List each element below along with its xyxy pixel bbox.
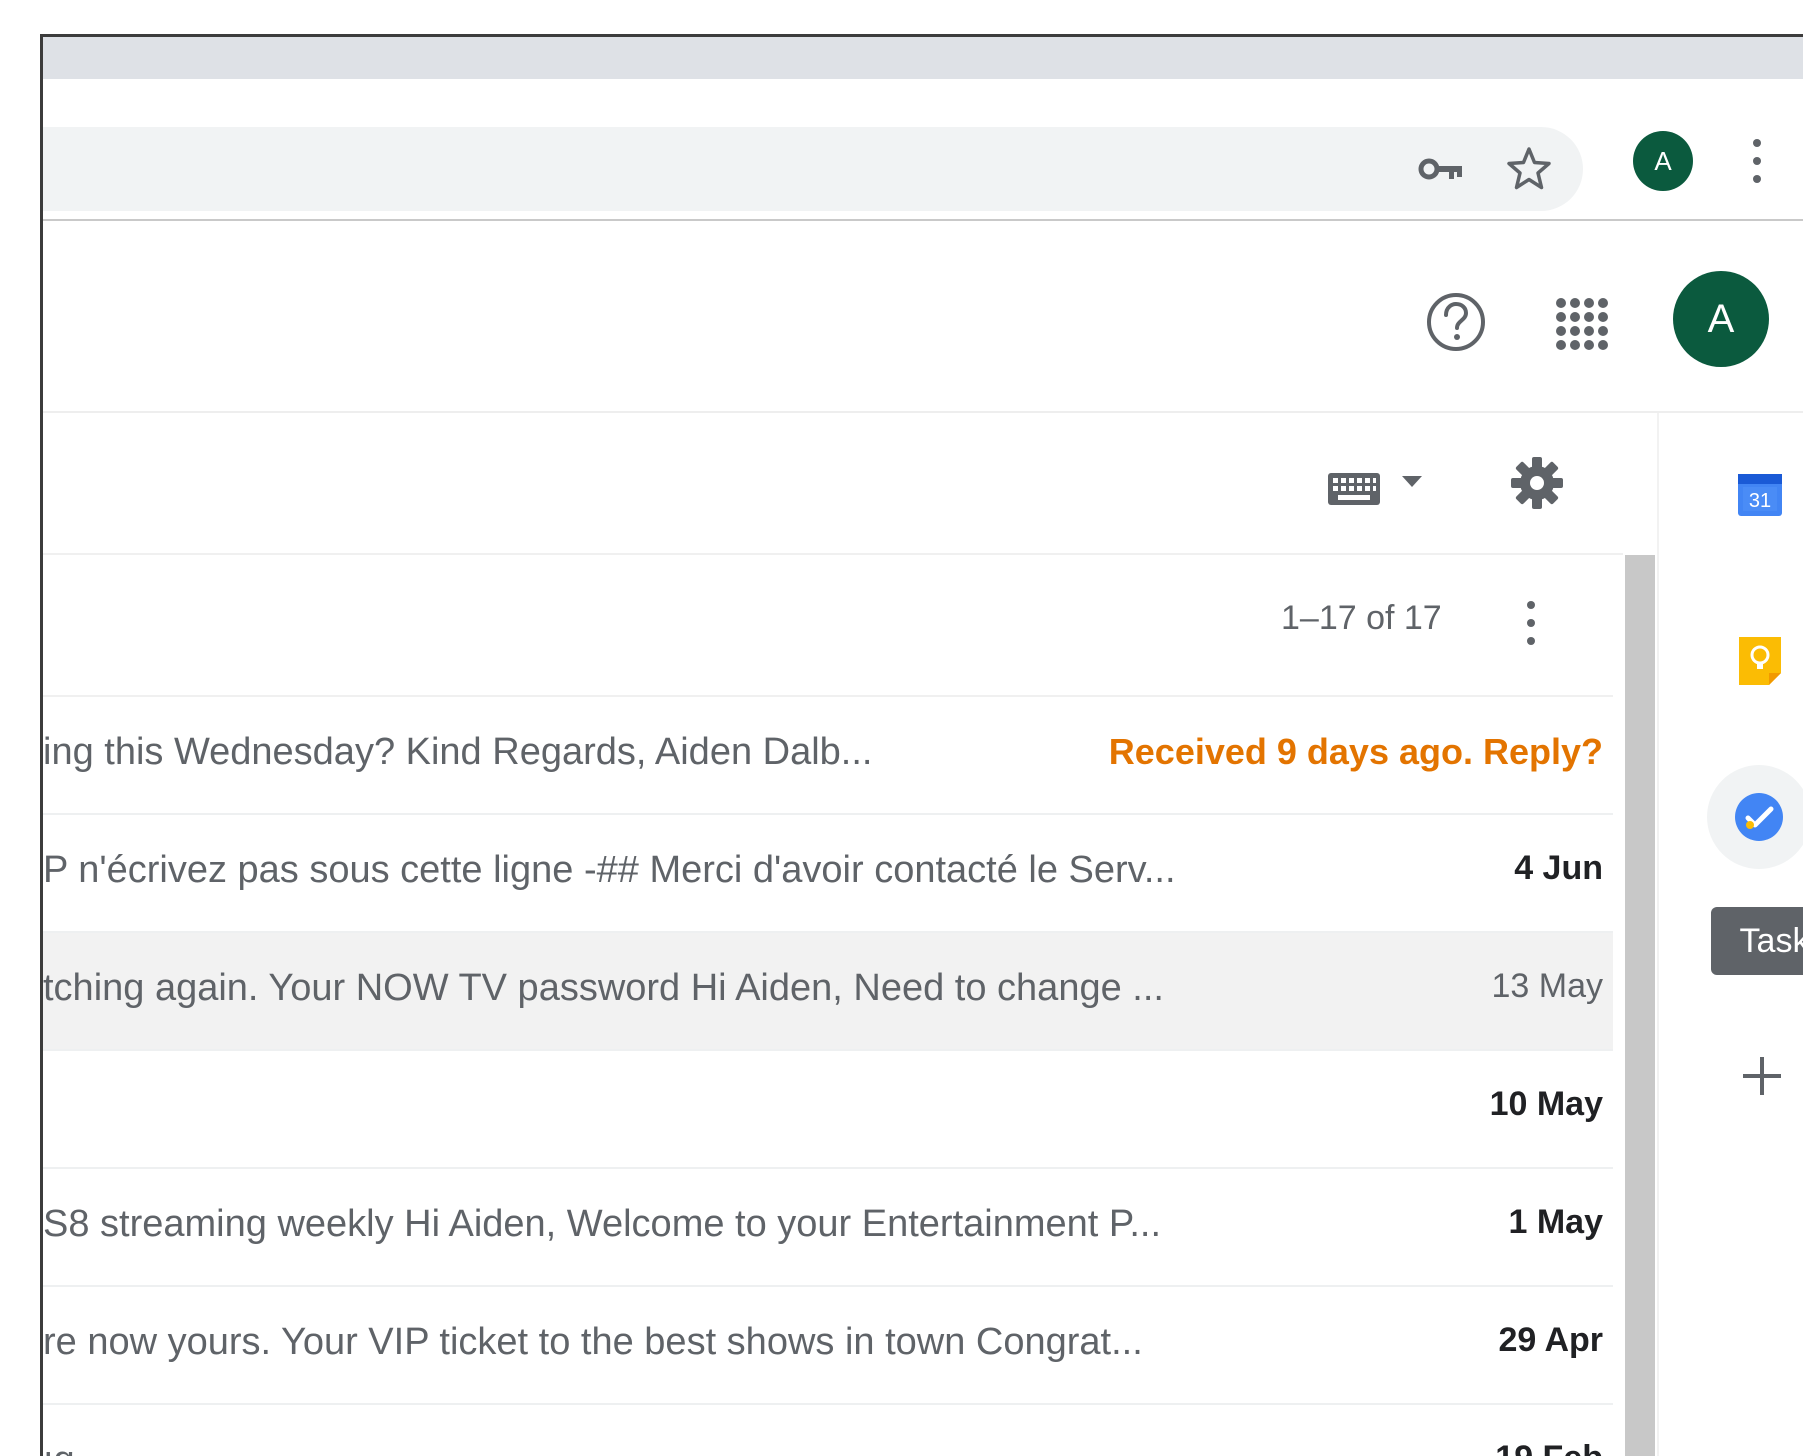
star-icon[interactable]	[1501, 141, 1557, 197]
email-list: ing this Wednesday? Kind Regards, Aiden …	[43, 697, 1613, 1456]
email-date: 10 May	[1489, 1085, 1603, 1123]
gmail-header: A	[43, 221, 1803, 413]
more-options-icon[interactable]	[1517, 595, 1545, 651]
pagination-row: 1–17 of 17	[43, 555, 1613, 697]
action-bar	[43, 413, 1623, 555]
tasks-icon	[1735, 793, 1783, 841]
email-snippet: P n'écrivez pas sous cette ligne -## Mer…	[43, 849, 1176, 891]
email-row[interactable]: 10 May	[43, 1051, 1613, 1169]
email-date: 1 May	[1508, 1203, 1604, 1241]
browser-profile-avatar[interactable]: A	[1633, 131, 1693, 191]
browser-toolbar: A	[43, 79, 1803, 221]
email-row[interactable]: tching again. Your NOW TV password Hi Ai…	[43, 933, 1613, 1051]
keep-icon[interactable]	[1735, 633, 1785, 687]
email-snippet: tching again. Your NOW TV password Hi Ai…	[43, 967, 1164, 1009]
email-snippet: ıg	[43, 1439, 75, 1456]
email-date: 19 Feb	[1495, 1439, 1603, 1456]
key-icon[interactable]	[1413, 141, 1469, 197]
tab-strip	[43, 37, 1803, 79]
google-apps-icon[interactable]	[1551, 293, 1611, 353]
address-bar[interactable]	[43, 127, 1583, 211]
email-row[interactable]: S8 streaming weekly Hi Aiden, Welcome to…	[43, 1169, 1613, 1287]
tasks-tooltip: Tasks	[1711, 907, 1803, 975]
calendar-day: 31	[1749, 490, 1771, 512]
email-date: 4 Jun	[1514, 849, 1603, 887]
email-snippet: ing this Wednesday? Kind Regards, Aiden …	[43, 731, 873, 773]
pagination-count[interactable]: 1–17 of 17	[1281, 599, 1442, 638]
account-avatar[interactable]: A	[1673, 271, 1769, 367]
keyboard-icon[interactable]	[1326, 469, 1382, 509]
email-row[interactable]: re now yours. Your VIP ticket to the bes…	[43, 1287, 1613, 1405]
gear-icon[interactable]	[1507, 453, 1567, 513]
email-snippet: re now yours. Your VIP ticket to the bes…	[43, 1321, 1143, 1363]
plus-icon[interactable]	[1739, 1053, 1785, 1099]
browser-window: A A 1–17 of 17 ing this Wednesday? Kind …	[40, 34, 1803, 1456]
email-row[interactable]: ıg 19 Feb	[43, 1405, 1613, 1456]
reply-nudge: Received 9 days ago. Reply?	[1108, 731, 1603, 772]
chevron-down-icon[interactable]	[1399, 473, 1425, 489]
tasks-button[interactable]	[1707, 765, 1803, 869]
help-icon[interactable]	[1423, 289, 1489, 355]
email-row[interactable]: ing this Wednesday? Kind Regards, Aiden …	[43, 697, 1613, 815]
email-row[interactable]: P n'écrivez pas sous cette ligne -## Mer…	[43, 815, 1613, 933]
email-date: 13 May	[1491, 967, 1604, 1005]
email-snippet: S8 streaming weekly Hi Aiden, Welcome to…	[43, 1203, 1162, 1245]
calendar-icon[interactable]: 31	[1735, 469, 1785, 519]
browser-menu-icon[interactable]	[1743, 135, 1771, 189]
scrollbar-thumb[interactable]	[1625, 555, 1655, 1456]
email-date: 29 Apr	[1498, 1321, 1603, 1359]
